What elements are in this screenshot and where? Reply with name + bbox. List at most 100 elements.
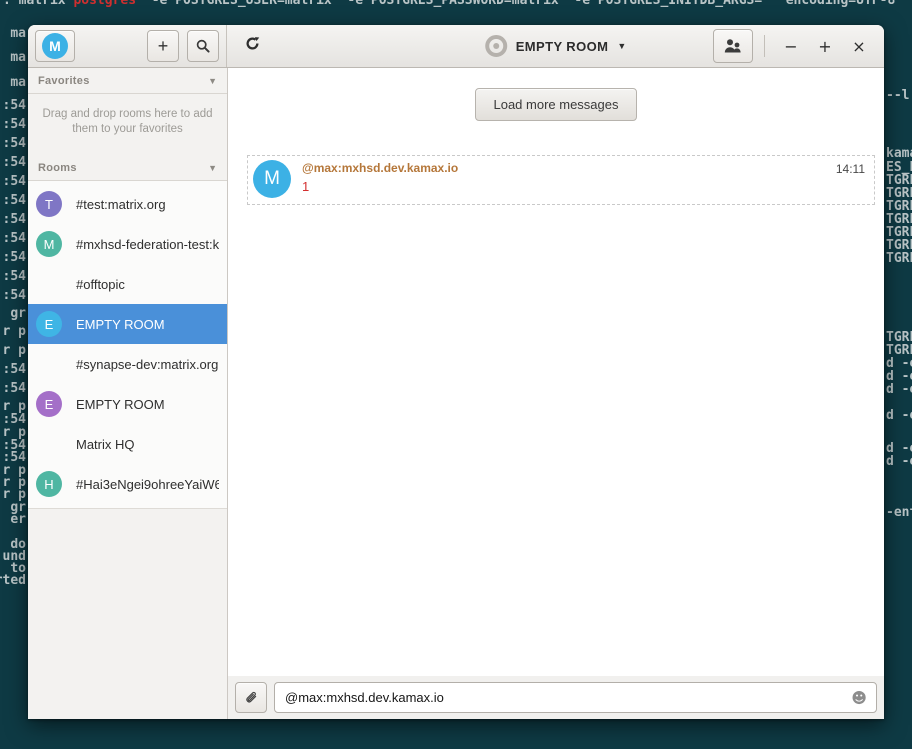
- room-label: EMPTY ROOM: [76, 317, 165, 332]
- window-controls: − + ×: [713, 25, 884, 67]
- load-more-messages-button[interactable]: Load more messages: [475, 88, 636, 121]
- room-list-item[interactable]: Matrix HQ: [28, 424, 227, 464]
- favorites-header-label: Favorites: [38, 75, 90, 87]
- titlebar[interactable]: M +: [28, 25, 884, 68]
- search-icon: [195, 38, 211, 54]
- terminal-text-fragment: ma: [10, 50, 26, 65]
- room-label: #offtopic: [76, 277, 125, 292]
- room-list-item[interactable]: H #Hai3eNgei9ohreeYaiW6f...: [28, 464, 227, 504]
- room-avatar: E: [36, 391, 62, 417]
- terminal-text-fragment: r p: [3, 343, 26, 358]
- favorites-section-header[interactable]: Favorites ▼: [28, 68, 227, 94]
- plus-icon: +: [158, 37, 169, 55]
- terminal-text-fragment: :54: [3, 117, 26, 132]
- terminal-text: -e POSTGRES_USER=matrix -e POSTGRES_PASS…: [136, 0, 912, 8]
- message-content: @max:mxhsd.dev.kamax.io 1: [291, 160, 458, 198]
- terminal-text-fragment: ma: [10, 75, 26, 90]
- room-avatar: E: [36, 311, 62, 337]
- message-body: 1: [302, 179, 458, 194]
- terminal-text-fragment: :54: [3, 174, 26, 189]
- room-avatar: [36, 271, 62, 297]
- add-room-button[interactable]: +: [147, 30, 179, 62]
- room-list-item[interactable]: E EMPTY ROOM: [28, 304, 227, 344]
- expander-caret-icon: ▼: [208, 163, 217, 173]
- expander-caret-icon: ▼: [208, 76, 217, 86]
- maximize-button[interactable]: +: [810, 37, 840, 56]
- room-label: #Hai3eNgei9ohreeYaiW6f...: [76, 477, 219, 492]
- room-label: #synapse-dev:matrix.org: [76, 357, 218, 372]
- user-menu-button[interactable]: M: [35, 30, 75, 62]
- rooms-header-label: Rooms: [38, 162, 77, 174]
- app-window: M +: [28, 25, 884, 719]
- sync-icon: [245, 36, 260, 56]
- members-button[interactable]: [713, 29, 753, 63]
- chevron-down-icon: ▼: [617, 41, 626, 51]
- titlebar-divider: [764, 35, 765, 57]
- terminal-text-fragment: kama: [886, 146, 912, 161]
- rooms-section-header[interactable]: Rooms ▼: [28, 155, 227, 181]
- room-list-item[interactable]: #synapse-dev:matrix.org: [28, 344, 227, 384]
- terminal-text-fragment: d -e: [886, 382, 912, 397]
- terminal-text-fragment: -ent: [886, 505, 912, 520]
- user-avatar: M: [42, 33, 68, 59]
- search-button[interactable]: [187, 30, 219, 62]
- room-list-item[interactable]: T #test:matrix.org: [28, 184, 227, 224]
- room-avatar: [36, 351, 62, 377]
- message-sender: @max:mxhsd.dev.kamax.io: [302, 161, 458, 175]
- terminal-text-fragment: :54: [3, 269, 26, 284]
- terminal-text-fragment: rted: [0, 573, 26, 588]
- room-title: EMPTY ROOM: [516, 39, 609, 54]
- terminal-text-fragment: d -e: [886, 454, 912, 469]
- message-pane: Load more messages M @max:mxhsd.dev.kama…: [228, 68, 884, 719]
- attach-button[interactable]: [235, 682, 267, 713]
- room-avatar: M: [36, 231, 62, 257]
- room-avatar-placeholder-icon: [485, 35, 507, 57]
- terminal-right-strip: --lkamaES_PTGRETGRETGRETGRETGRETGRETGRET…: [885, 0, 912, 749]
- room-label: #mxhsd-federation-test:k...: [76, 237, 219, 252]
- sidebar: Favorites ▼ Drag and drop rooms here to …: [28, 68, 228, 719]
- room-label: #test:matrix.org: [76, 197, 166, 212]
- minimize-button[interactable]: −: [776, 37, 806, 56]
- room-label: Matrix HQ: [76, 437, 135, 452]
- favorites-dropzone[interactable]: Drag and drop rooms here to add them to …: [28, 94, 227, 145]
- message-input[interactable]: [274, 682, 877, 713]
- paperclip-icon: [243, 690, 259, 706]
- terminal-text-fragment: d -e: [886, 408, 912, 423]
- emoji-picker-button[interactable]: ☻: [851, 689, 867, 707]
- room-list-item[interactable]: M #mxhsd-federation-test:k...: [28, 224, 227, 264]
- terminal-text-fragment: :54: [3, 193, 26, 208]
- titlebar-room-section: EMPTY ROOM ▼ − + ×: [227, 25, 884, 67]
- rooms-list: T #test:matrix.org M #mxhsd-federation-t…: [28, 181, 227, 509]
- room-list-item[interactable]: E EMPTY ROOM: [28, 384, 227, 424]
- terminal-text-fragment: :54: [3, 250, 26, 265]
- terminal-text-fragment: :54: [3, 98, 26, 113]
- terminal-left-strip: ma ma ma :54 :54 :54 :54 :54 :54 :54 :54 :54 :54 :54 g…: [0, 0, 27, 749]
- message[interactable]: M @max:mxhsd.dev.kamax.io 1 14:11: [247, 155, 875, 205]
- terminal-top-line: . matrix postgres -e POSTGRES_USER=matri…: [3, 0, 912, 8]
- message-input-wrap: ☻: [274, 682, 877, 713]
- terminal-text-fragment: :54: [3, 155, 26, 170]
- people-icon: [723, 38, 743, 54]
- room-avatar: [36, 431, 62, 457]
- terminal-text-fragment: gr: [10, 306, 26, 321]
- terminal-text-fragment: ma: [10, 26, 26, 41]
- titlebar-sidebar-section: M +: [28, 25, 227, 67]
- message-sender-avatar: M: [253, 160, 291, 198]
- terminal-text-fragment: --l: [886, 88, 909, 103]
- terminal-text-fragment: :54: [3, 362, 26, 377]
- terminal-text-fragment: :54: [3, 381, 26, 396]
- terminal-highlighted-text: postgres: [73, 0, 136, 8]
- room-list-item[interactable]: #offtopic: [28, 264, 227, 304]
- terminal-text-fragment: :54: [3, 212, 26, 227]
- terminal-text-fragment: :54: [3, 136, 26, 151]
- terminal-text-fragment: :54: [3, 288, 26, 303]
- room-avatar: T: [36, 191, 62, 217]
- terminal-text-fragment: :54: [3, 231, 26, 246]
- room-avatar: H: [36, 471, 62, 497]
- close-button[interactable]: ×: [844, 37, 874, 56]
- message-timestamp: 14:11: [836, 162, 865, 176]
- terminal-text-fragment: er: [10, 512, 26, 527]
- terminal-text-fragment: r p: [3, 324, 26, 339]
- room-menu-button[interactable]: EMPTY ROOM ▼: [485, 35, 627, 57]
- terminal-text-fragment: TGRE: [886, 251, 912, 266]
